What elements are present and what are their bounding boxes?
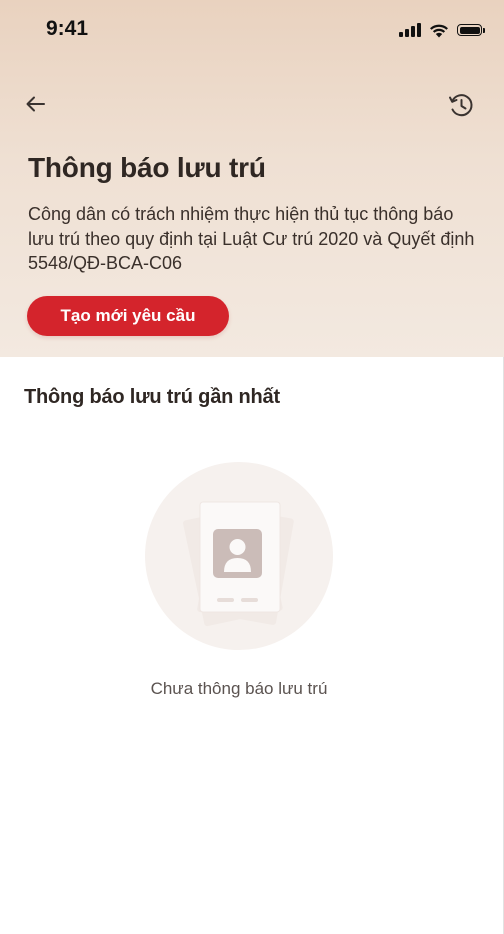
page-description: Công dân có trách nhiệm thực hiện thủ tụ… — [28, 204, 475, 273]
cellular-signal-icon — [399, 23, 421, 37]
status-time: 9:41 — [46, 17, 89, 40]
battery-icon — [457, 24, 485, 36]
recent-section-title: Thông báo lưu trú gần nhất — [24, 386, 280, 408]
status-bar: 9:41 — [0, 0, 504, 60]
empty-state-illustration — [145, 462, 333, 650]
wifi-icon — [430, 24, 448, 37]
back-button[interactable] — [22, 90, 50, 118]
history-button[interactable] — [446, 90, 476, 120]
status-icons — [399, 20, 485, 40]
arrow-left-icon — [26, 96, 45, 112]
id-document-placeholder-icon — [183, 501, 294, 627]
empty-state-text: Chưa thông báo lưu trú — [150, 679, 328, 698]
create-request-button[interactable]: Tạo mới yêu cầu — [27, 296, 229, 336]
history-clock-icon — [449, 94, 473, 117]
page-title: Thông báo lưu trú — [28, 152, 266, 183]
